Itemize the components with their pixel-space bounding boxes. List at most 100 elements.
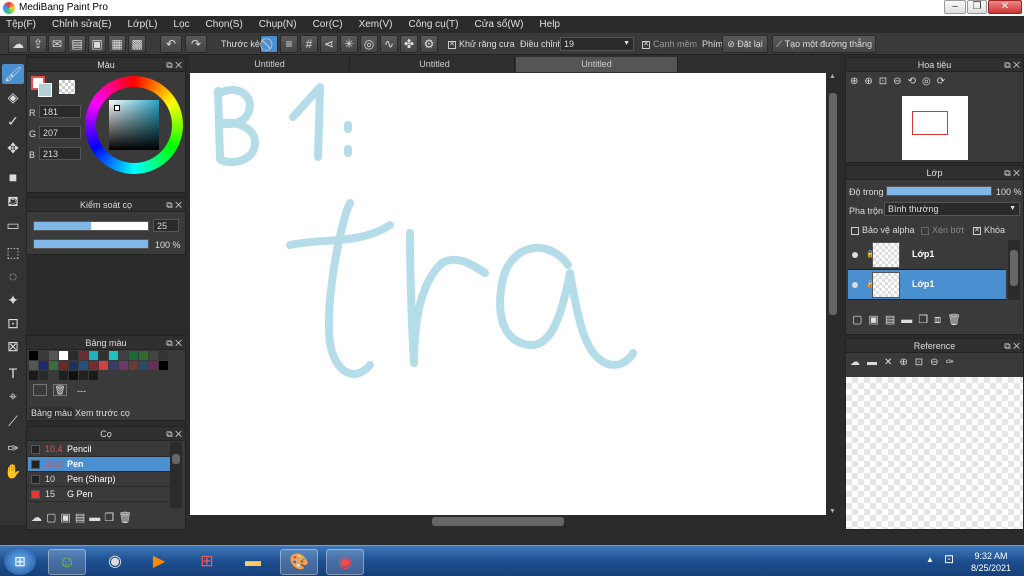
copy-brush-icon[interactable]: ▤ — [75, 512, 89, 524]
tab-palette[interactable]: Bảng màu — [29, 407, 75, 419]
symmetry-ruler-icon[interactable]: ✤ — [400, 35, 418, 53]
zoom-fit-icon[interactable]: ⊕ — [850, 76, 864, 87]
redo-icon[interactable]: ↷ — [185, 35, 207, 53]
panel-controls-icon[interactable]: ⧉ ✕ — [1004, 339, 1020, 353]
palette-swatch[interactable] — [59, 361, 68, 370]
menu-comic[interactable]: Cor(C) — [313, 19, 343, 30]
tab-doc-2[interactable]: Untitled — [355, 57, 515, 72]
duplicate-icon[interactable]: ❐ — [104, 512, 118, 524]
magic-wand-icon[interactable]: ✦ — [2, 290, 24, 310]
palette-swatch[interactable] — [149, 351, 158, 360]
menu-tools[interactable]: Công cụ(T) — [408, 19, 458, 30]
navigator-viewport[interactable] — [912, 111, 948, 135]
palette-swatch[interactable] — [89, 351, 98, 360]
palette-swatch[interactable] — [149, 361, 158, 370]
make-line-button[interactable]: ⟋ Tạo một đường thẳng — [772, 35, 876, 53]
new-brush-icon[interactable]: ▢ — [46, 512, 60, 524]
palette-swatch[interactable] — [139, 351, 148, 360]
brush-list-item[interactable]: 10 Pen (Sharp) — [28, 472, 170, 487]
ref-zoom-in-icon[interactable]: ⊕ — [899, 357, 914, 368]
palette-swatch[interactable] — [29, 361, 38, 370]
cloud-icon[interactable]: ☁ — [8, 35, 28, 53]
taskbar-app-icon[interactable]: ☺ — [48, 549, 86, 575]
bucket-tool-icon[interactable]: ⛾ — [2, 191, 24, 211]
palette-swatch[interactable] — [159, 351, 168, 360]
cloud-ref-icon[interactable]: ☁ — [850, 357, 867, 368]
undo-icon[interactable]: ↶ — [160, 35, 182, 53]
palette-swatch[interactable] — [99, 361, 108, 370]
transparent-swatch[interactable] — [59, 80, 75, 94]
operation-tool-icon[interactable]: ⌖ — [2, 386, 24, 406]
panel-controls-icon[interactable]: ⧉ ✕ — [166, 198, 182, 212]
cross-ruler-icon[interactable]: # — [300, 35, 318, 53]
delete-layer-icon[interactable]: 🗑 — [947, 314, 967, 326]
ref-zoom-out-icon[interactable]: ⊖ — [930, 357, 945, 368]
palette-swatch[interactable] — [139, 361, 148, 370]
palette-swatch[interactable] — [109, 361, 118, 370]
ref-eyedropper-icon[interactable]: ✑ — [946, 357, 961, 368]
horizontal-scrollbar[interactable] — [190, 516, 840, 527]
panel-controls-icon[interactable]: ⧉ ✕ — [1004, 166, 1020, 180]
brush-list-item[interactable]: 15 G Pen — [28, 487, 170, 502]
visibility-eye-icon[interactable] — [852, 282, 858, 288]
minimize-button[interactable]: – — [944, 0, 966, 14]
palette-swatch[interactable] — [69, 361, 78, 370]
palette-swatch[interactable] — [29, 371, 38, 380]
merge-layer-icon[interactable]: ⧈ — [934, 314, 947, 326]
eraser-tool-icon[interactable]: ◈ — [2, 87, 24, 107]
vanishing-point-icon[interactable]: ⋖ — [320, 35, 338, 53]
comment-icon[interactable]: ✉ — [48, 35, 66, 53]
new-halftone-layer-icon[interactable]: ▣ — [868, 314, 884, 326]
palette-swatch[interactable] — [59, 371, 68, 380]
palette-swatch[interactable] — [119, 351, 128, 360]
brush-scrollbar[interactable] — [170, 442, 182, 508]
reference-area[interactable] — [846, 377, 1023, 529]
menu-filter[interactable]: Lọc — [173, 19, 189, 30]
delete-color-icon[interactable]: 🗑 — [53, 384, 67, 396]
protect-alpha-checkbox[interactable]: Bảo vệ alpha — [851, 225, 915, 235]
clock[interactable]: 9:32 AM 8/25/2021 — [962, 550, 1020, 574]
new-8bit-layer-icon[interactable]: ▤ — [885, 314, 901, 326]
palette-swatch[interactable] — [29, 351, 38, 360]
visibility-eye-icon[interactable] — [852, 252, 858, 258]
fit-window-icon[interactable]: ⊡ — [879, 76, 893, 87]
network-icon[interactable]: ⊡ — [944, 552, 954, 566]
palette-swatch[interactable] — [129, 361, 138, 370]
palette-swatch[interactable] — [79, 351, 88, 360]
open-ref-icon[interactable]: ▬ — [867, 357, 884, 368]
chat-icon[interactable]: ▤ — [68, 35, 86, 53]
zoom-out-icon[interactable]: ⊖ — [893, 76, 907, 87]
brush-list-item[interactable]: 26.0 Pen — [28, 457, 170, 472]
zoom-in-icon[interactable]: ⊕ — [864, 76, 878, 87]
opacity-slider[interactable] — [33, 239, 149, 249]
lasso-tool-icon[interactable]: ◌ — [2, 266, 24, 286]
menu-layer[interactable]: Lớp(L) — [128, 19, 158, 30]
size-slider[interactable] — [33, 221, 149, 231]
network-app-icon[interactable]: ⊞ — [188, 549, 226, 575]
brush-list-item[interactable]: 10.4 Pencil — [28, 442, 170, 457]
pages-icon[interactable]: ▦ — [108, 35, 126, 53]
rotate-left-icon[interactable]: ⟲ — [908, 76, 922, 87]
b-field[interactable]: 213 — [39, 147, 81, 160]
curve-ruler-icon[interactable]: ∿ — [380, 35, 398, 53]
menu-view[interactable]: Xem(V) — [359, 19, 393, 30]
text-tool-icon[interactable]: T — [2, 363, 24, 383]
new-layer-icon[interactable]: ▢ — [852, 314, 868, 326]
palette-swatch[interactable] — [79, 371, 88, 380]
ruler-settings-icon[interactable]: ⚙ — [420, 35, 438, 53]
hand-tool-icon[interactable]: ✋ — [2, 461, 24, 481]
panel-controls-icon[interactable]: ⧉ ✕ — [1004, 58, 1020, 72]
rotate-right-icon[interactable]: ⟳ — [937, 76, 951, 87]
palette-swatch[interactable] — [69, 351, 78, 360]
medibang-taskbar-icon[interactable]: ◉ — [326, 549, 364, 575]
paint-icon[interactable]: 🎨 — [280, 549, 318, 575]
parallel-ruler-icon[interactable]: ≡ — [280, 35, 298, 53]
palette-swatch[interactable] — [39, 351, 48, 360]
sub-color-swatch[interactable] — [38, 83, 52, 97]
palette-swatch[interactable] — [129, 351, 138, 360]
correction-select[interactable]: 19 ▼ — [560, 37, 634, 51]
menu-snap[interactable]: Chụp(N) — [259, 19, 297, 30]
palette-swatch[interactable] — [39, 361, 48, 370]
share-icon[interactable]: ⇪ — [29, 35, 47, 53]
gradient-tool-icon[interactable]: ▭ — [2, 215, 24, 235]
